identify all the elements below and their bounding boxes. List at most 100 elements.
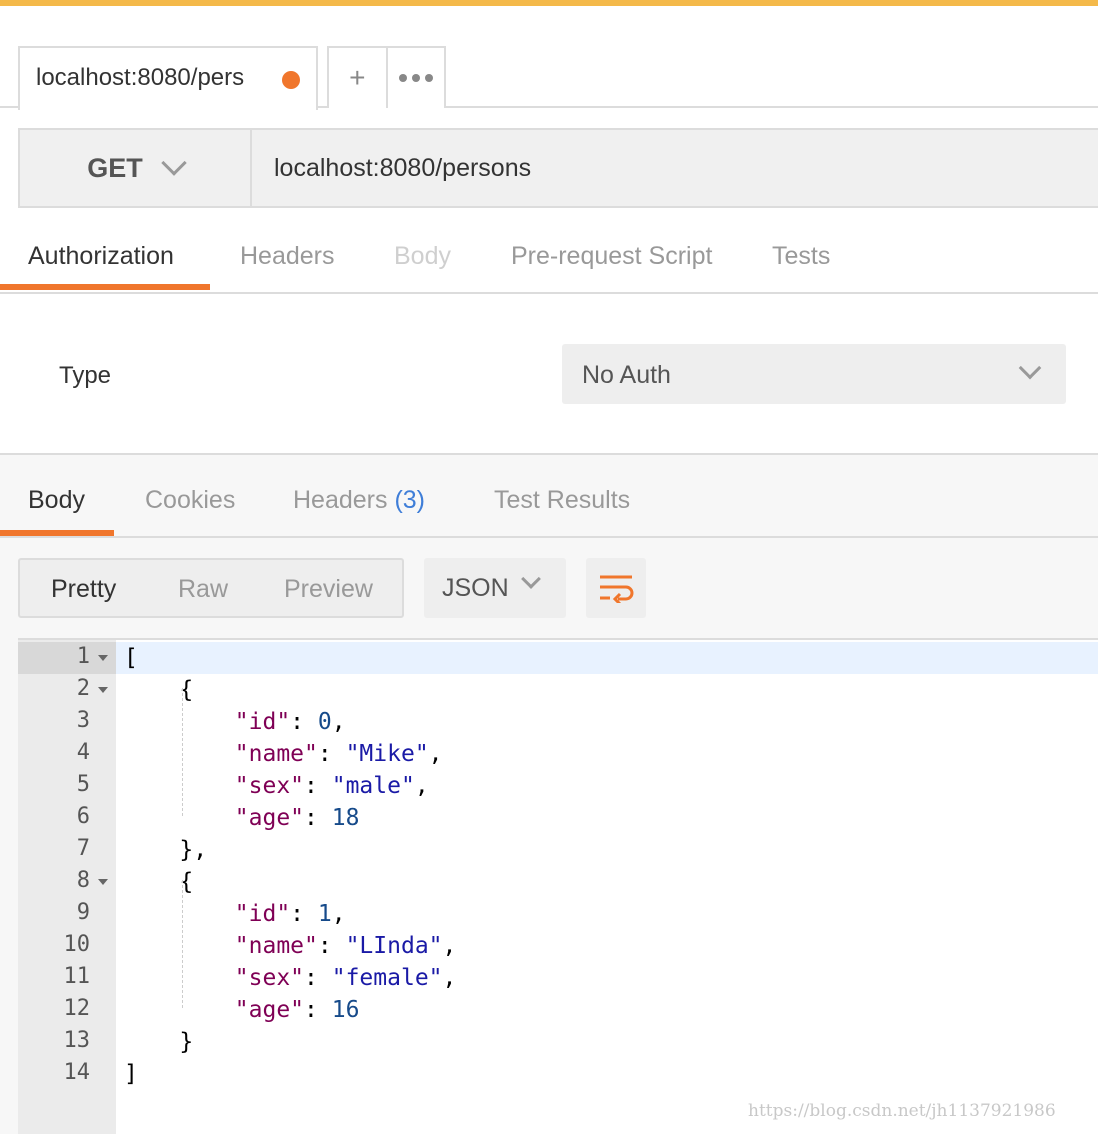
line-number-cell: 3: [18, 706, 116, 738]
code-line: 10 "name": "LInda",: [18, 930, 1098, 962]
watermark: https://blog.csdn.net/jh1137921986: [748, 1101, 1056, 1121]
line-number-cell: 9: [18, 898, 116, 930]
line-number: 12: [63, 996, 91, 1021]
response-tab-test-results[interactable]: Test Results: [494, 486, 630, 515]
tab-headers[interactable]: Headers: [240, 242, 335, 271]
response-tab-headers[interactable]: Headers (3): [293, 486, 425, 515]
line-number: 11: [63, 964, 91, 989]
preview-button[interactable]: Preview: [284, 575, 373, 604]
code-line: 9 "id": 1,: [18, 898, 1098, 930]
ellipsis-icon: [398, 74, 433, 82]
new-tab-button[interactable]: +: [329, 48, 386, 108]
code-line: 2 {: [18, 674, 1098, 706]
chevron-down-icon: [161, 150, 187, 176]
line-number-cell: 14: [18, 1058, 116, 1090]
code-line: 3 "id": 0,: [18, 706, 1098, 738]
pretty-button[interactable]: Pretty: [51, 575, 116, 604]
code-line: 6 "age": 18: [18, 802, 1098, 834]
line-number: 4: [76, 740, 90, 765]
line-number-cell: 1: [18, 642, 116, 674]
line-number-cell: 4: [18, 738, 116, 770]
line-number-cell: 13: [18, 1026, 116, 1058]
response-code-editor[interactable]: 1[2 {3 "id": 0, 4 "name": "Mike", 5 "sex":…: [18, 638, 1098, 1134]
code-text: "id": 1,: [234, 901, 346, 927]
line-number: 5: [76, 772, 90, 797]
tab-body[interactable]: Body: [394, 242, 451, 271]
method-select[interactable]: GET: [20, 130, 252, 206]
line-number: 6: [76, 804, 90, 829]
line-number: 7: [76, 836, 90, 861]
url-value: localhost:8080/persons: [274, 153, 532, 182]
raw-button[interactable]: Raw: [178, 575, 228, 604]
code-line: 12 "age": 16: [18, 994, 1098, 1026]
code-line: 1[: [18, 642, 1098, 674]
line-number-cell: 7: [18, 834, 116, 866]
fold-arrow-icon[interactable]: [98, 687, 108, 693]
code-text: "name": "LInda",: [234, 933, 457, 959]
unsaved-changes-dot-icon: [282, 71, 300, 89]
line-number-cell: 8: [18, 866, 116, 898]
response-tabs: Body Cookies Headers (3) Test Results: [0, 466, 1098, 538]
code-text: "id": 0,: [234, 709, 346, 735]
more-tabs-button[interactable]: [385, 48, 445, 108]
line-number-cell: 2: [18, 674, 116, 706]
code-line: 5 "sex": "male",: [18, 770, 1098, 802]
line-number-cell: 11: [18, 962, 116, 994]
code-text: "sex": "male",: [234, 773, 429, 799]
line-number: 13: [63, 1028, 91, 1053]
active-response-tab-indicator: [0, 530, 114, 536]
language-select[interactable]: JSON: [424, 558, 566, 618]
chevron-down-icon: [1018, 356, 1042, 380]
auth-type-label: Type: [59, 362, 112, 389]
code-line: 11 "sex": "female",: [18, 962, 1098, 994]
line-number: 3: [76, 708, 90, 733]
line-number: 9: [76, 900, 90, 925]
code-line: 8 {: [18, 866, 1098, 898]
line-number-cell: 5: [18, 770, 116, 802]
headers-count-badge: (3): [394, 486, 426, 514]
line-number: 8: [76, 868, 90, 893]
indent-guide: [182, 688, 183, 816]
auth-type-select[interactable]: No Auth: [562, 344, 1066, 404]
response-headers-label: Headers: [293, 486, 388, 514]
code-line: 4 "name": "Mike",: [18, 738, 1098, 770]
url-bar: GET localhost:8080/persons: [18, 128, 1098, 208]
line-number-cell: 6: [18, 802, 116, 834]
line-number: 10: [63, 932, 91, 957]
code-text: "age": 16: [234, 997, 360, 1023]
code-line: 7 },: [18, 834, 1098, 866]
request-tab-label: localhost:8080/pers: [36, 64, 245, 91]
line-number: 2: [76, 676, 90, 701]
response-tab-body[interactable]: Body: [28, 486, 85, 515]
code-text: [: [124, 645, 138, 671]
url-input[interactable]: localhost:8080/persons: [252, 130, 1098, 206]
code-line: 13 }: [18, 1026, 1098, 1058]
tab-bar: localhost:8080/pers +: [0, 6, 1098, 110]
active-tab-indicator: [0, 284, 210, 290]
wrap-lines-icon: [600, 575, 634, 603]
code-line: 14]: [18, 1058, 1098, 1090]
plus-icon: +: [349, 62, 366, 93]
tab-pre-request-script[interactable]: Pre-request Script: [511, 242, 712, 271]
line-number-cell: 12: [18, 994, 116, 1026]
line-number: 1: [76, 644, 90, 669]
tab-tests[interactable]: Tests: [772, 242, 830, 271]
code-text: },: [124, 837, 208, 863]
method-label: GET: [87, 152, 143, 183]
response-tab-cookies[interactable]: Cookies: [145, 486, 235, 515]
fold-arrow-icon[interactable]: [98, 655, 108, 661]
fold-arrow-icon[interactable]: [98, 879, 108, 885]
code-text: "sex": "female",: [234, 965, 457, 991]
request-tab[interactable]: localhost:8080/pers: [18, 46, 318, 110]
tab-authorization[interactable]: Authorization: [28, 242, 174, 271]
line-number: 14: [63, 1060, 91, 1085]
indent-guide: [182, 880, 183, 1008]
line-number-cell: 10: [18, 930, 116, 962]
chevron-down-icon: [521, 569, 541, 589]
code-text: }: [124, 1029, 194, 1055]
wrap-lines-button[interactable]: [586, 558, 646, 618]
code-text: "age": 18: [234, 805, 360, 831]
code-text: "name": "Mike",: [234, 741, 443, 767]
language-value: JSON: [442, 574, 509, 602]
tab-actions: +: [327, 46, 446, 108]
